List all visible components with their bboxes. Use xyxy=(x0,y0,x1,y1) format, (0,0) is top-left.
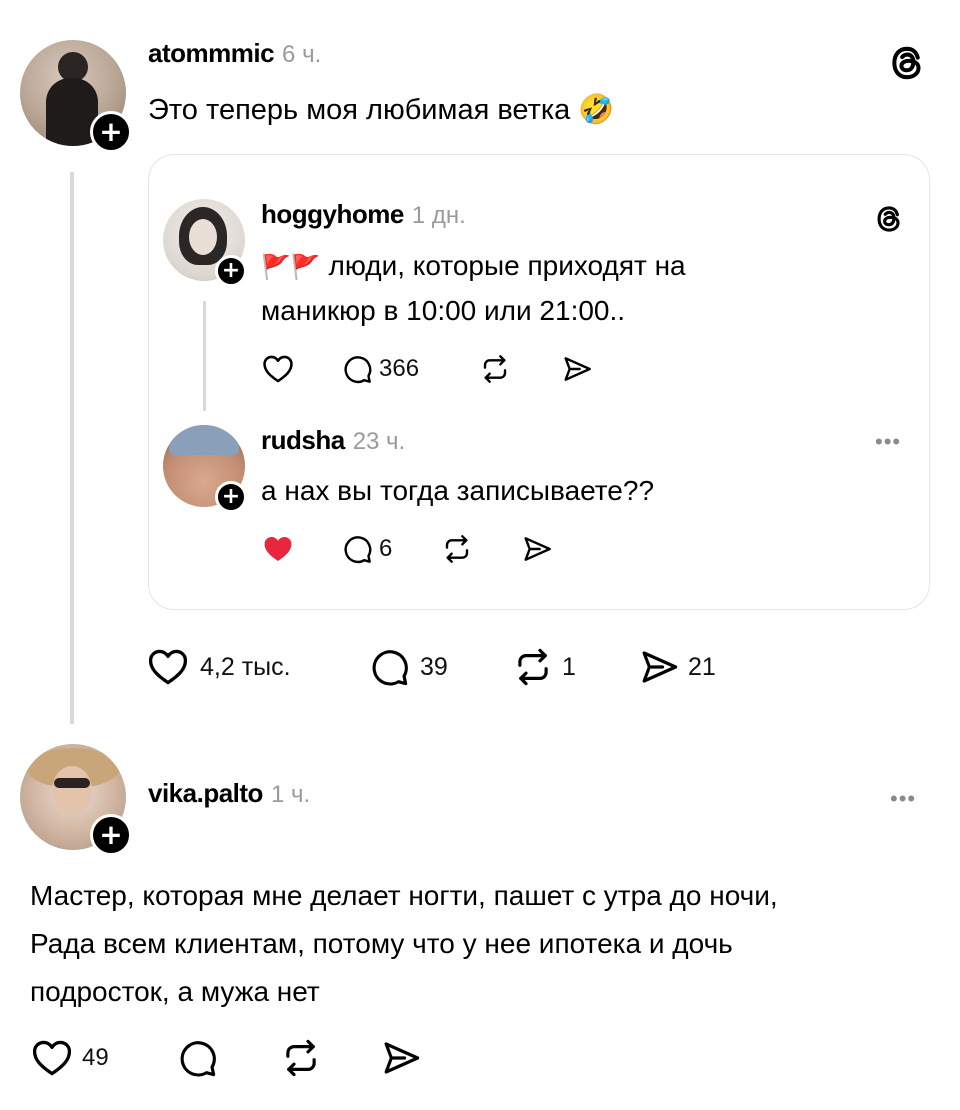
comment-header: vika.palto 1 ч. xyxy=(148,778,310,809)
share-button[interactable]: 21 xyxy=(638,645,716,689)
repost-count: 1 xyxy=(562,652,576,681)
repost-button[interactable] xyxy=(280,1036,322,1080)
send-icon xyxy=(638,646,680,688)
follow-plus-icon[interactable]: + xyxy=(215,481,247,513)
reply-header: rudsha 23 ч. xyxy=(261,425,405,456)
repost-button[interactable] xyxy=(479,351,511,387)
follow-plus-icon[interactable]: + xyxy=(90,111,132,153)
comment-text-line-1: Мастер, которая мне делает ногти, пашет … xyxy=(30,880,778,911)
thread-line xyxy=(203,301,206,411)
repost-button[interactable]: 1 xyxy=(512,645,576,689)
comment-button[interactable]: 6 xyxy=(341,531,392,567)
threads-logo-icon[interactable] xyxy=(884,40,930,86)
like-button[interactable]: 49 xyxy=(30,1036,109,1080)
repost-icon xyxy=(441,533,473,565)
send-icon xyxy=(561,353,593,385)
repost-icon xyxy=(512,646,554,688)
share-button[interactable] xyxy=(521,531,553,567)
like-button[interactable]: 4,2 тыс. xyxy=(146,645,291,689)
red-flags: 🚩🚩 xyxy=(261,254,321,281)
post-text: Это теперь моя любимая ветка 🤣 xyxy=(148,94,615,126)
more-dots-icon[interactable]: ••• xyxy=(875,431,901,453)
username[interactable]: rudsha xyxy=(261,425,345,456)
comment-bubble-icon xyxy=(368,646,410,688)
quoted-post-header: hoggyhome 1 дн. xyxy=(261,199,466,230)
heart-icon xyxy=(30,1036,74,1080)
repost-icon xyxy=(280,1037,322,1079)
post-header: atommmic 6 ч. xyxy=(148,38,321,72)
username[interactable]: hoggyhome xyxy=(261,199,404,230)
timestamp: 6 ч. xyxy=(282,41,322,68)
heart-icon xyxy=(261,352,295,386)
send-icon xyxy=(521,533,553,565)
timestamp: 23 ч. xyxy=(352,428,406,455)
quoted-post-text-line-2: маникюр в 10:00 или 21:00.. xyxy=(261,295,626,326)
like-button[interactable] xyxy=(261,531,295,567)
comment-button[interactable]: 39 xyxy=(368,645,448,689)
quoted-post-card[interactable]: + hoggyhome 1 дн. 🚩🚩 люди, которые прихо… xyxy=(148,154,930,610)
thread-line xyxy=(70,172,74,724)
comment-count: 6 xyxy=(379,535,393,562)
timestamp: 1 ч. xyxy=(270,781,311,808)
username[interactable]: vika.palto xyxy=(148,778,263,809)
timestamp: 1 дн. xyxy=(411,202,466,229)
like-count: 4,2 тыс. xyxy=(200,652,291,681)
comment-bubble-icon xyxy=(341,353,373,385)
quoted-post-text: люди, которые приходят на xyxy=(328,250,686,281)
comment-text-line-2: Рада всем клиентам, потому что у нее ипо… xyxy=(30,928,733,959)
comment-count: 366 xyxy=(379,355,420,382)
comment-button[interactable] xyxy=(176,1036,218,1080)
follow-plus-icon[interactable]: + xyxy=(90,814,132,856)
avatar-face xyxy=(52,766,92,814)
threads-logo-icon[interactable] xyxy=(871,201,907,237)
like-count: 49 xyxy=(82,1044,109,1071)
repost-icon xyxy=(479,353,511,385)
heart-icon xyxy=(146,645,190,689)
send-icon xyxy=(380,1037,422,1079)
follow-plus-icon[interactable]: + xyxy=(215,255,247,287)
comment-button[interactable]: 366 xyxy=(341,351,419,387)
avatar-face xyxy=(189,219,217,255)
avatar-cap xyxy=(169,425,239,455)
comment-count: 39 xyxy=(420,652,448,681)
share-button[interactable] xyxy=(380,1036,422,1080)
quoted-post-text-line-1: 🚩🚩 люди, которые приходят на xyxy=(261,250,686,282)
heart-icon xyxy=(261,532,295,566)
share-button[interactable] xyxy=(561,351,593,387)
share-count: 21 xyxy=(688,652,716,681)
more-dots-icon[interactable]: ••• xyxy=(890,788,916,810)
comment-bubble-icon xyxy=(176,1037,218,1079)
username[interactable]: atommmic xyxy=(148,38,275,69)
repost-button[interactable] xyxy=(441,531,473,567)
like-button[interactable] xyxy=(261,351,295,387)
comment-bubble-icon xyxy=(341,533,373,565)
reply-text: а нах вы тогда записываете?? xyxy=(261,475,655,506)
avatar-sunglasses xyxy=(54,778,90,788)
comment-text-line-3: подросток, а мужа нет xyxy=(30,976,320,1007)
